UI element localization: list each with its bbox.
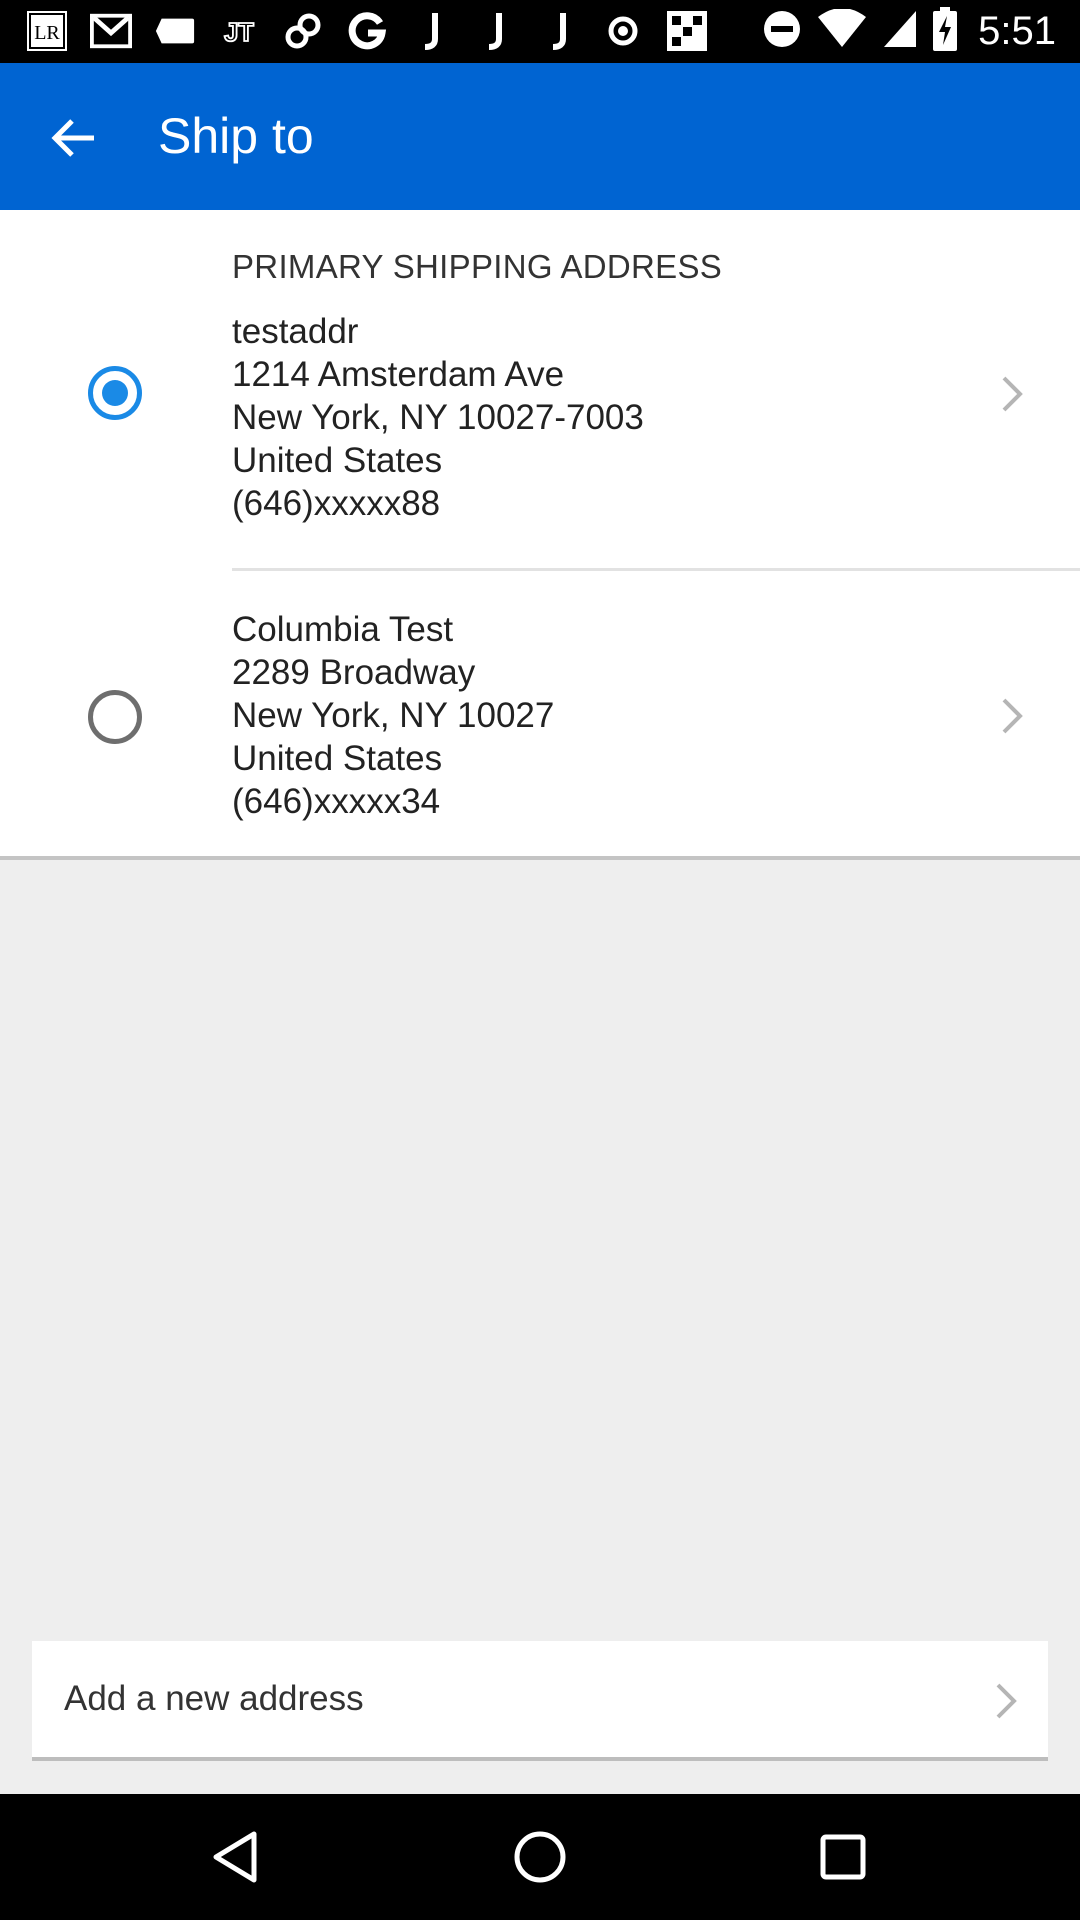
google-icon <box>346 10 388 52</box>
app-bar: Ship to <box>0 63 1080 210</box>
arrow-left-icon <box>51 119 94 157</box>
add-new-address-button[interactable]: Add a new address <box>32 1641 1048 1761</box>
clock: 5:51 <box>978 8 1056 53</box>
home-circle-icon <box>514 1831 566 1883</box>
j-app-icon <box>538 10 580 52</box>
lr-app-icon: LR <box>26 10 68 52</box>
jt-app-icon: JT <box>218 10 260 52</box>
address-street: 2289 Broadway <box>232 653 476 692</box>
notification-icons: LR JT <box>26 10 708 52</box>
section-label: PRIMARY SHIPPING ADDRESS <box>232 248 723 285</box>
svg-text:JT: JT <box>224 19 254 47</box>
address-item[interactable]: Columbia Test 2289 Broadway New York, NY… <box>0 608 1080 828</box>
navigation-bar <box>0 1794 1080 1920</box>
j-app-icon <box>474 10 516 52</box>
wifi-icon <box>816 7 868 54</box>
address-name: Columbia Test <box>232 610 454 649</box>
do-not-disturb-icon <box>762 9 802 54</box>
status-bar: LR JT 5:51 <box>0 0 1080 63</box>
address-name: testaddr <box>232 312 359 351</box>
divider <box>232 568 1080 571</box>
address-city: New York, NY 10027-7003 <box>232 398 644 437</box>
address-city: New York, NY 10027 <box>232 696 555 735</box>
system-status-icons: 5:51 <box>762 6 1056 56</box>
address-text: Columbia Test 2289 Broadway New York, NY… <box>232 608 554 823</box>
link-icon <box>282 10 324 52</box>
chevron-right-icon <box>1002 376 1023 412</box>
back-triangle-icon <box>213 1831 257 1883</box>
address-country: United States <box>232 441 443 480</box>
radio-unselected[interactable] <box>88 690 142 744</box>
address-item[interactable]: testaddr 1214 Amsterdam Ave New York, NY… <box>0 310 1080 523</box>
address-list: PRIMARY SHIPPING ADDRESS testaddr 1214 A… <box>0 210 1080 860</box>
address-phone: (646)xxxxx34 <box>232 782 441 821</box>
address-country: United States <box>232 739 443 778</box>
cell-signal-icon <box>882 9 918 54</box>
j-app-icon <box>410 10 452 52</box>
nav-recents-button[interactable] <box>808 1822 878 1892</box>
gmail-icon <box>90 10 132 52</box>
add-address-label: Add a new address <box>64 1679 364 1718</box>
battery-charging-icon <box>932 6 958 56</box>
circle-dot-icon <box>602 10 644 52</box>
page-title: Ship to <box>158 108 314 164</box>
address-text: testaddr 1214 Amsterdam Ave New York, NY… <box>232 310 644 525</box>
nav-back-button[interactable] <box>200 1822 270 1892</box>
address-phone: (646)xxxxx88 <box>232 484 441 523</box>
nav-home-button[interactable] <box>505 1822 575 1892</box>
recents-square-icon <box>820 1834 866 1880</box>
chevron-right-icon <box>1002 698 1023 734</box>
radio-selected[interactable] <box>88 366 142 420</box>
tag-icon <box>154 10 196 52</box>
svg-text:LR: LR <box>34 22 60 44</box>
back-button[interactable] <box>36 103 112 173</box>
chevron-right-icon <box>996 1683 1017 1719</box>
address-street: 1214 Amsterdam Ave <box>232 355 565 394</box>
grid-app-icon <box>666 10 708 52</box>
